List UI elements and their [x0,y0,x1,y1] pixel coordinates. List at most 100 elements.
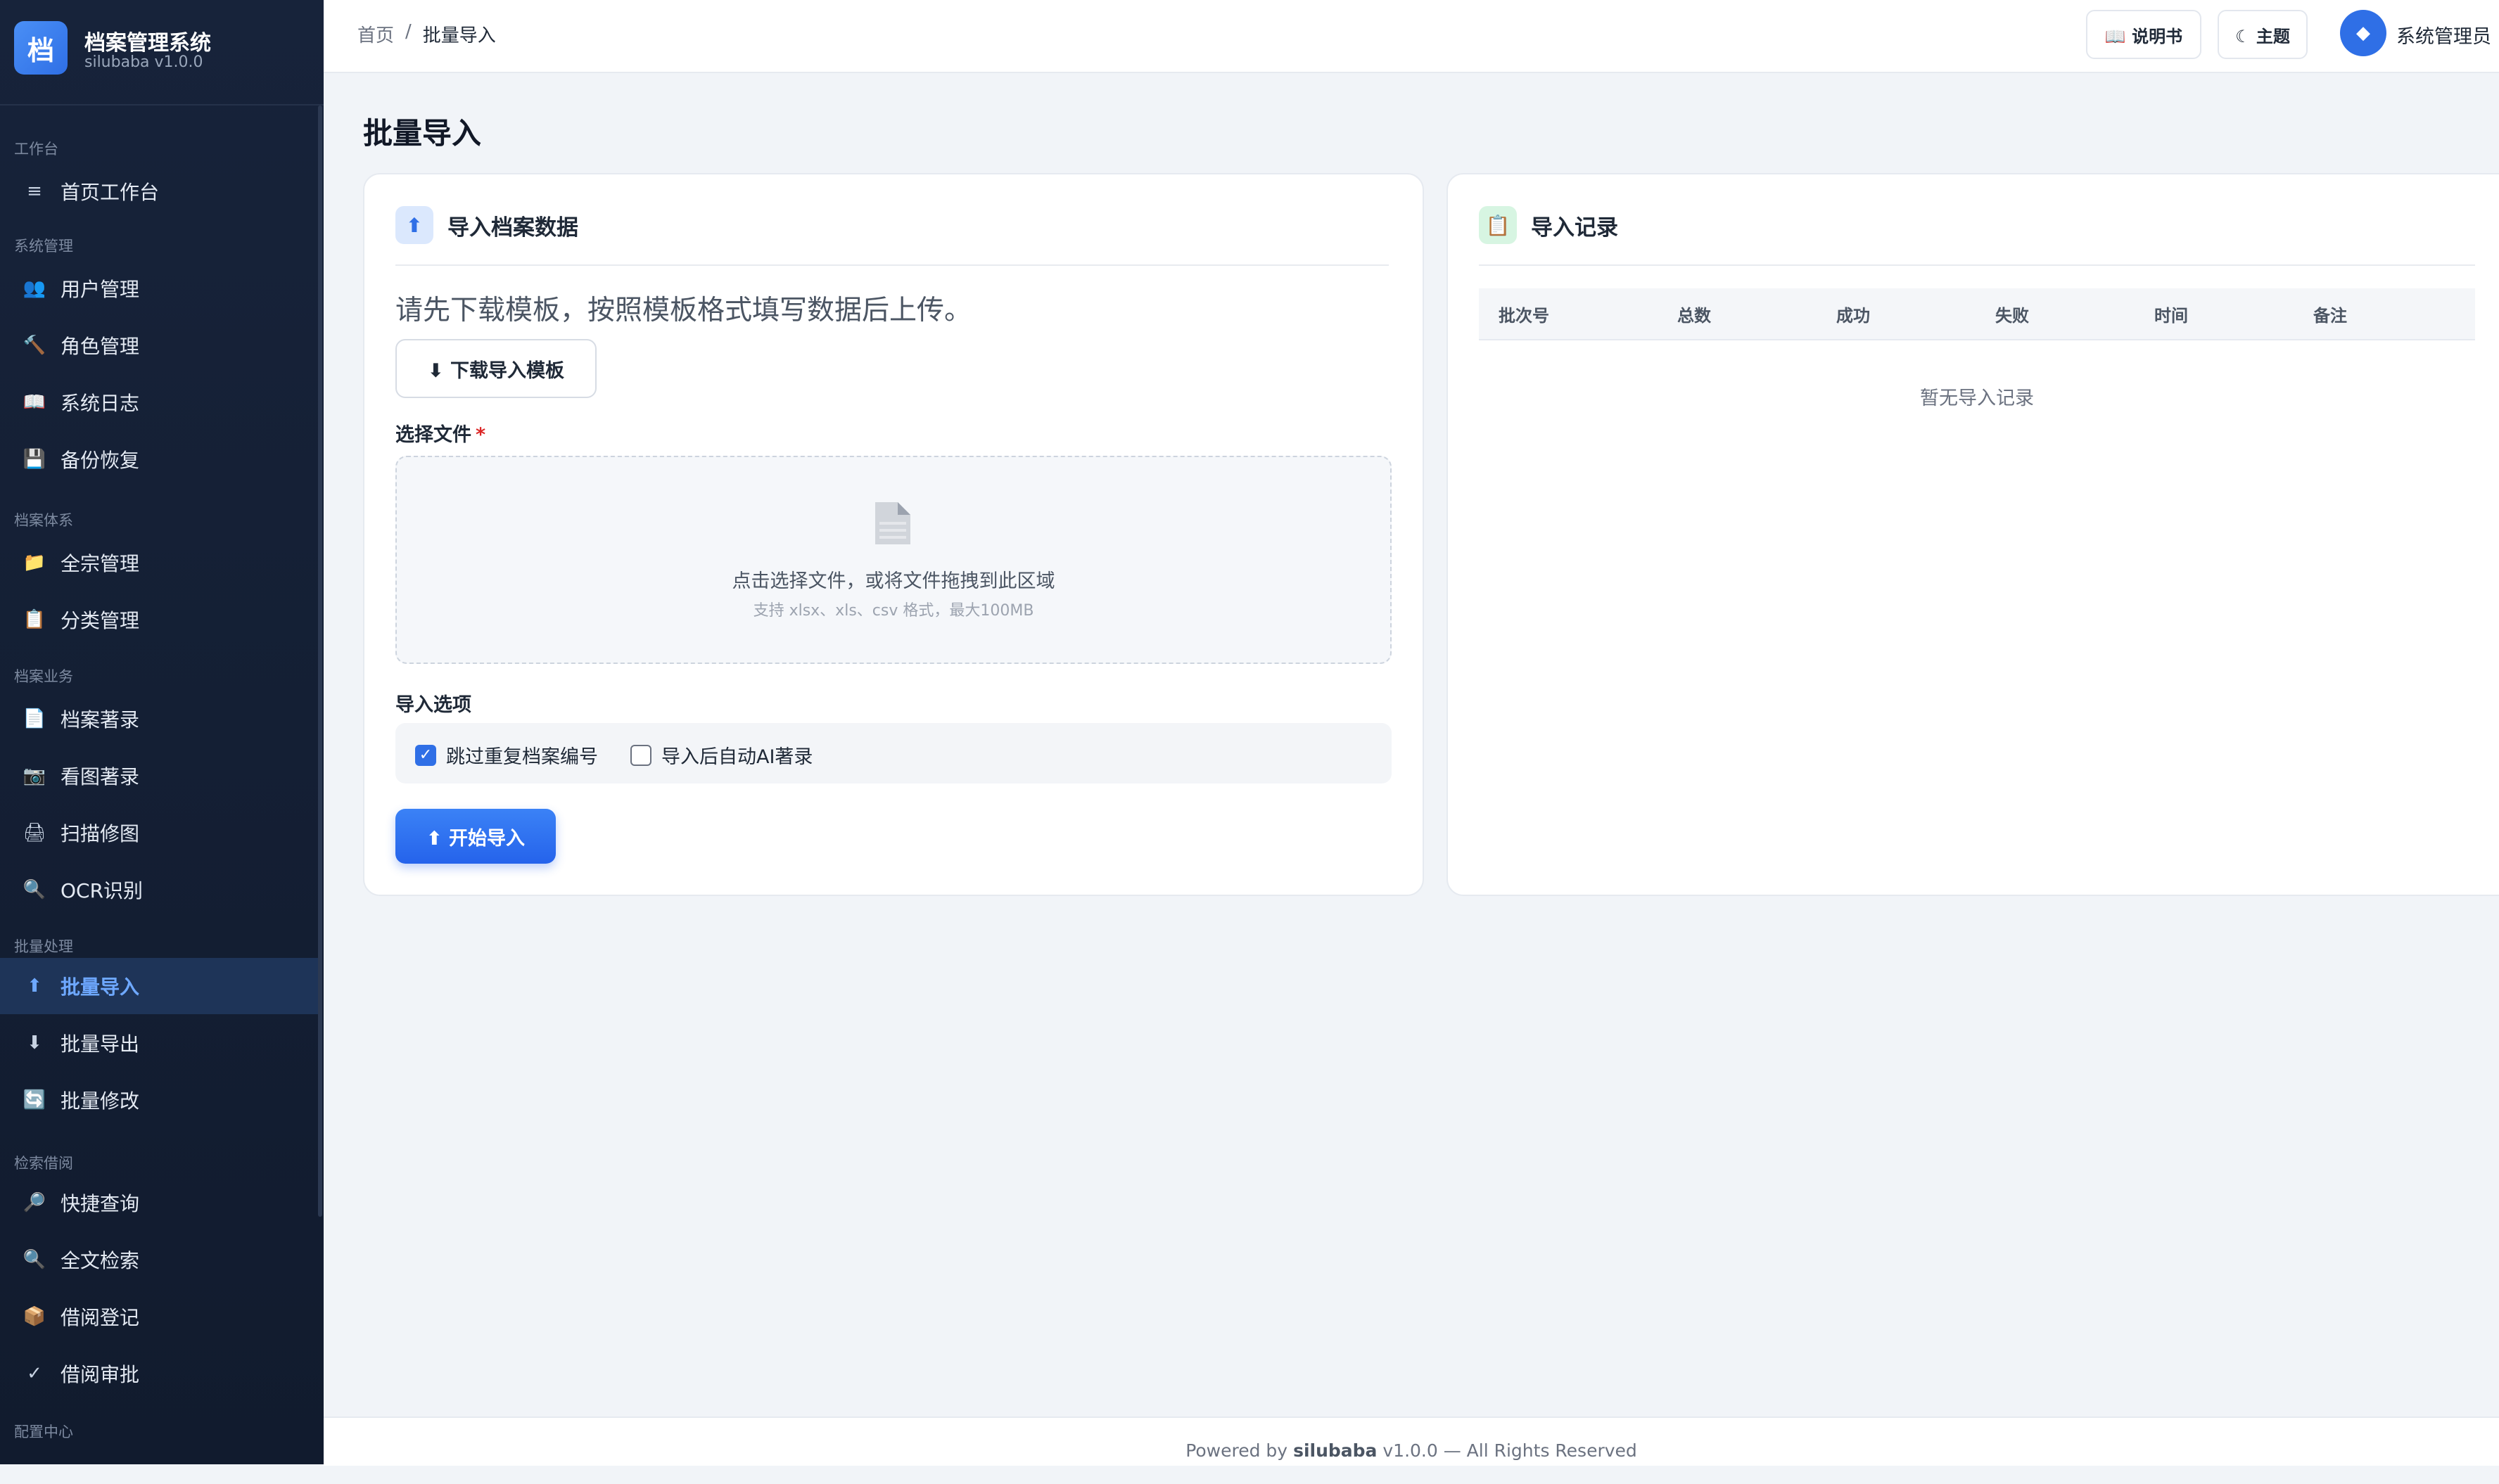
theme-button[interactable]: ☾ 主题 [2218,10,2308,59]
import-card-title: 导入档案数据 [447,215,578,241]
package-icon: 📦 [23,1306,46,1327]
sidebar-item-label: 全文检索 [61,1249,140,1272]
sidebar-item[interactable]: 🔍 全文检索 [0,1232,321,1288]
theme-button-label: ☾ 主题 [2235,26,2290,46]
app-logo: 档 [14,21,68,75]
brand[interactable]: 档 档案管理系统 silubaba v1.0.0 [14,21,310,79]
start-import-label: ⬆ 开始导入 [426,827,526,850]
import-card-divider [395,264,1389,266]
manual-button[interactable]: 📖 说明书 [2086,10,2201,59]
sidebar-item-label: 扫描修图 [61,822,140,845]
app-version: silubaba v1.0.0 [84,53,203,71]
skip-duplicates-checkbox[interactable]: ✓ [415,744,436,766]
upload-icon: ⬆ [395,206,433,244]
breadcrumb-home[interactable]: 首页 [357,21,394,47]
column-header: 时间 [2154,305,2188,326]
sidebar-scrollbar[interactable] [318,105,322,1217]
records-table-header: 批次号 总数 成功 失败 时间 备注 [1479,288,2475,340]
clipboard-icon: 📋 [23,609,46,630]
footer: Powered by silubaba v1.0.0 — All Rights … [324,1416,2499,1466]
sidebar-item[interactable]: 📄 档案著录 [0,691,321,747]
sidebar-item-label: 批量导入 [61,976,140,999]
sidebar-section-label: 配置中心 [14,1424,73,1440]
sidebar-item-label: 系统日志 [61,392,140,415]
sidebar-item-label: 批量修改 [61,1089,140,1113]
file-field-label-text: 选择文件 [395,424,471,446]
sidebar-item-label: 角色管理 [61,335,140,358]
sidebar-item[interactable]: 📋 分类管理 [0,591,321,648]
sidebar-item-label: 档案著录 [61,708,140,731]
column-header: 失败 [1995,305,2029,326]
sidebar-item[interactable]: ⬆ 批量导入 [0,958,321,1014]
page-title: 批量导入 [363,116,482,151]
sidebar-section-label: 档案业务 [14,668,73,685]
file-icon [875,502,910,544]
skip-duplicates-label: 跳过重复档案编号 [446,746,598,768]
import-options-group: ✓ 跳过重复档案编号 导入后自动AI著录 [395,723,1392,783]
document-icon: 📄 [23,708,46,729]
dropzone-text: 点击选择文件，或将文件拖拽到此区域 [732,570,1055,592]
records-card-header: 📋 导入记录 [1479,205,1618,245]
book-icon: 📖 [23,392,46,413]
sidebar-item[interactable]: ✓ 借阅审批 [0,1345,321,1402]
user-avatar[interactable]: ◆ [2340,10,2386,56]
topbar: 首页 / 批量导入 📖 说明书 ☾ 主题 ◆ 系统管理员 [324,0,2499,73]
footer-brand[interactable]: silubaba [1293,1440,1377,1461]
sidebar-item[interactable]: 📁 全宗管理 [0,535,321,591]
manual-button-label: 📖 说明书 [2104,26,2183,46]
import-card: ⬆ 导入档案数据 请先下载模板，按照模板格式填写数据后上传。 ⬇ 下载导入模板 … [363,173,1424,896]
auto-ai-label: 导入后自动AI著录 [661,746,813,768]
sidebar-item[interactable]: 📷 看图著录 [0,748,321,804]
sidebar-item-label: 看图著录 [61,765,140,788]
sidebar-section-label: 检索借阅 [14,1155,73,1172]
footer-prefix: Powered by [1185,1440,1294,1461]
import-instructions: 请先下载模板，按照模板格式填写数据后上传。 [395,295,972,326]
refresh-icon: 🔄 [23,1089,46,1111]
sidebar-item[interactable]: 💾 备份恢复 [0,431,321,487]
records-card-divider [1479,264,2475,266]
footer-suffix: v1.0.0 — All Rights Reserved [1377,1440,1637,1461]
sidebar-item-label: 快捷查询 [61,1192,140,1215]
download-template-button[interactable]: ⬇ 下载导入模板 [395,339,597,398]
sidebar-item-label: 分类管理 [61,609,140,632]
sidebar-item[interactable]: 🖨 扫描修图 [0,805,321,861]
users-icon: 👥 [23,278,46,299]
download-arrow-icon: ⬇ [27,1032,42,1054]
user-name[interactable]: 系统管理员 [2396,21,2491,49]
breadcrumb: 首页 / 批量导入 [357,21,496,47]
sidebar-item[interactable]: ⬇ 批量导出 [0,1015,321,1071]
required-mark: * [476,424,486,446]
start-import-button[interactable]: ⬆ 开始导入 [395,809,556,864]
camera-icon: 📷 [23,765,46,786]
sidebar-item[interactable]: 🔎 快捷查询 [0,1175,321,1231]
sidebar-item[interactable]: 🔄 批量修改 [0,1072,321,1128]
auto-ai-checkbox[interactable] [630,744,651,766]
sidebar-item[interactable]: 🔨 角色管理 [0,317,321,373]
clipboard-icon: 📋 [1479,206,1517,244]
sidebar: 档 档案管理系统 silubaba v1.0.0 工作台 ≡ 首页工作台 系统管理 👥 用… [0,0,324,1464]
import-options-label: 导入选项 [395,694,471,716]
sidebar-item-label: 全宗管理 [61,552,140,575]
quick-search-icon: 🔎 [23,1192,46,1213]
sidebar-item[interactable]: 📖 系统日志 [0,374,321,430]
sidebar-item-label: 借阅审批 [61,1363,140,1386]
check-icon: ✓ [27,1363,42,1384]
skip-duplicates-option[interactable]: ✓ 跳过重复档案编号 [415,741,598,769]
file-dropzone[interactable]: 点击选择文件，或将文件拖拽到此区域 支持 xlsx、xls、csv 格式，最大1… [395,456,1392,664]
column-header: 总数 [1677,305,1711,326]
sidebar-item[interactable]: 📦 借阅登记 [0,1288,321,1345]
records-card-title: 导入记录 [1531,215,1618,241]
column-header: 成功 [1836,305,1870,326]
breadcrumb-separator: / [405,21,412,42]
column-header: 备注 [2313,305,2347,326]
sidebar-item[interactable]: 👥 用户管理 [0,260,321,316]
hammer-icon: 🔨 [23,335,46,356]
printer-icon: 🖨 [23,822,46,843]
sidebar-item[interactable]: ≡ 首页工作台 [0,163,321,219]
column-header: 批次号 [1499,305,1549,326]
auto-ai-option[interactable]: 导入后自动AI著录 [630,741,813,769]
sidebar-section-label: 批量处理 [14,938,73,955]
upload-arrow-icon: ⬆ [27,976,42,997]
sidebar-item[interactable]: 🔍 OCR识别 [0,862,321,918]
folder-icon: 📁 [23,552,46,573]
